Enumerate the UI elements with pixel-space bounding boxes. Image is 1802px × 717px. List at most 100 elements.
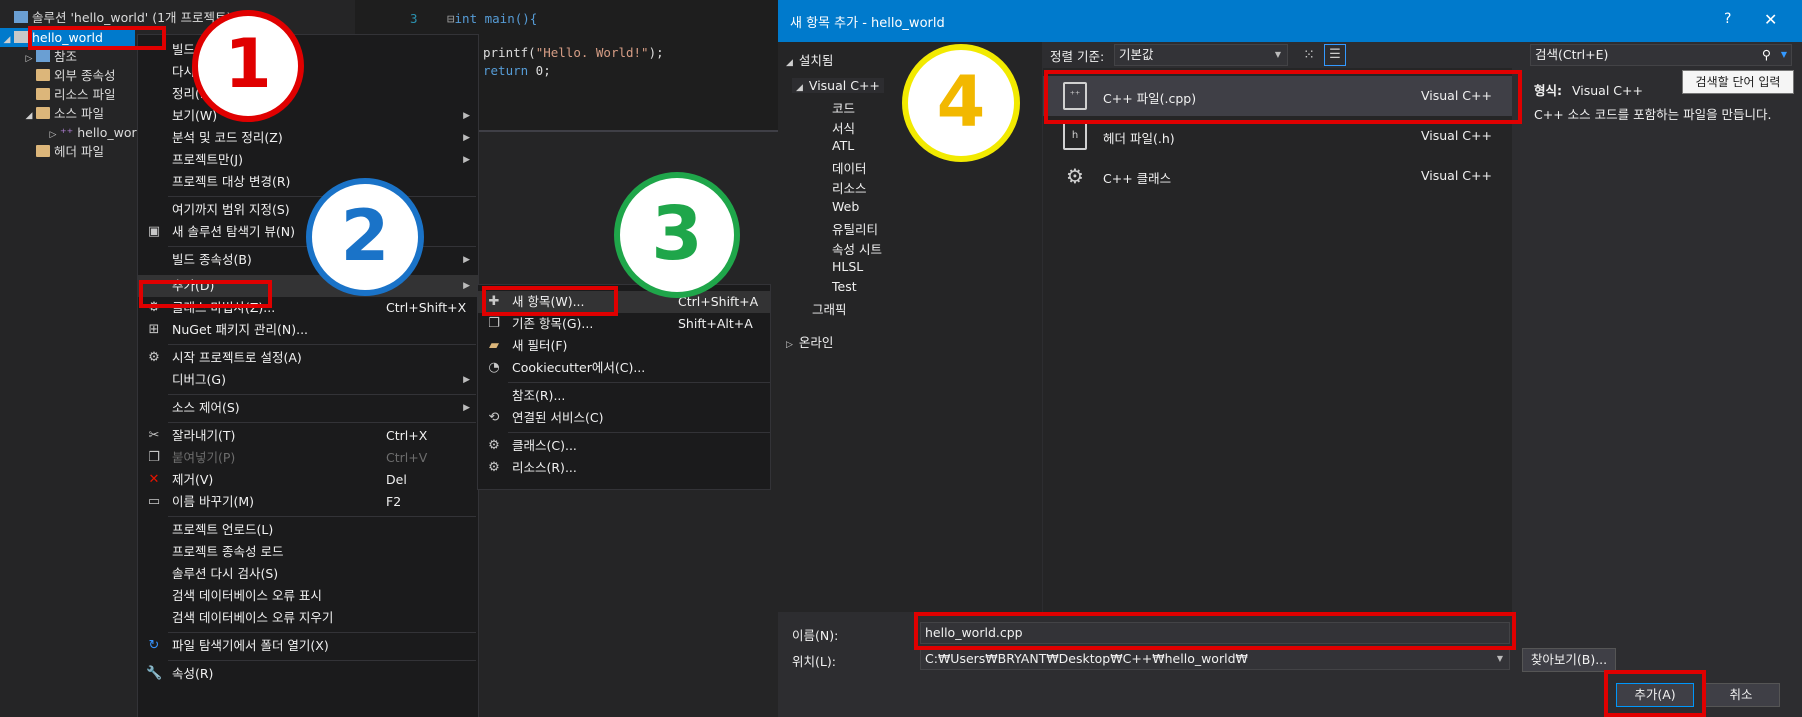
menu-item-cut[interactable]: ✂ 잘라내기(T) Ctrl+X <box>138 425 478 447</box>
menu-item-clear-db-errors[interactable]: 검색 데이터베이스 오류 지우기 <box>138 607 478 629</box>
add-new-item-dialog: 새 항목 추가 - hello_world ? ✕ ◢ 설치됨 ◢ Visual C… <box>778 0 1802 717</box>
refresh-arrow-icon: ↻ <box>148 638 160 653</box>
tree-category-atl[interactable]: ATL <box>832 138 854 153</box>
menu-item-show-db-errors[interactable]: 검색 데이터베이스 오류 표시 <box>138 585 478 607</box>
chevron-down-icon: ▼ <box>1274 50 1281 59</box>
submenu-arrow-icon: ▶ <box>463 255 470 265</box>
solution-icon <box>14 11 28 23</box>
menu-separator <box>168 422 476 423</box>
tree-category-code[interactable]: 코드 <box>832 98 855 117</box>
grid-view-icon[interactable]: ⁙ <box>1298 44 1320 66</box>
menu-item-build[interactable]: 빌드(U) <box>138 39 478 61</box>
expand-arrow-icon: ◢ <box>796 83 803 93</box>
menu-item-set-startup[interactable]: ⚙ 시작 프로젝트로 설정(A) <box>138 347 478 369</box>
submenu-item-reference[interactable]: 참조(R)... <box>478 385 770 407</box>
folder-icon: ▰ <box>489 338 499 353</box>
menu-item-rebuild[interactable]: 다시 빌드(E) <box>138 61 478 83</box>
expand-arrow-icon: ◢ <box>25 111 33 121</box>
menu-item-retarget[interactable]: 프로젝트 대상 변경(R) <box>138 171 478 193</box>
menu-item-properties[interactable]: 🔧 속성(R) <box>138 663 478 685</box>
menu-item-remove[interactable]: ✕ 제거(V) Del <box>138 469 478 491</box>
header-file-icon: h <box>1063 122 1087 150</box>
highlight-cpp-template <box>1044 70 1522 124</box>
template-list: ⁺⁺ C++ 파일(.cpp) Visual C++ h 헤더 파일(.h) V… <box>1043 68 1512 612</box>
tree-category-format[interactable]: 서식 <box>832 118 855 137</box>
step-badge-2: 2 <box>306 178 424 296</box>
solution-node[interactable]: 솔루션 'hello_world' (1개 프로젝트) <box>14 8 231 27</box>
menu-item-open-in-explorer[interactable]: ↻ 파일 탐색기에서 폴더 열기(X) <box>138 635 478 657</box>
gear-icon: ⚙ <box>148 350 160 365</box>
submenu-item-resource[interactable]: ⚙ 리소스(R)... <box>478 457 770 479</box>
submenu-item-cookiecutter[interactable]: ◔ Cookiecutter에서(C)... <box>478 357 770 379</box>
template-description: 형식: Visual C++ C++ 소스 코드를 포함하는 파일을 만듭니다. <box>1534 68 1802 612</box>
sort-dropdown[interactable]: 기본값 ▼ <box>1114 44 1288 66</box>
menu-separator <box>168 660 476 661</box>
menu-item-view[interactable]: 보기(W) ▶ <box>138 105 478 127</box>
location-label: 위치(L): <box>792 654 836 669</box>
tree-category-resource[interactable]: 리소스 <box>832 178 867 197</box>
submenu-item-existing-item[interactable]: ❐ 기존 항목(G)... Shift+Alt+A <box>478 313 770 335</box>
menu-item-nuget[interactable]: ⊞ NuGet 패키지 관리(N)... <box>138 319 478 341</box>
menu-item-unload[interactable]: 프로젝트 언로드(L) <box>138 519 478 541</box>
menu-item-paste: ❐ 붙여넣기(P) Ctrl+V <box>138 447 478 469</box>
cpp-file-icon: ⁺⁺ <box>60 125 74 140</box>
tree-item-source-files[interactable]: ◢ 소스 파일 <box>22 104 104 123</box>
existing-item-icon: ❐ <box>488 316 500 331</box>
tree-online[interactable]: ▷ 온라인 <box>786 332 833 351</box>
nuget-icon: ⊞ <box>148 322 160 337</box>
menu-item-rename[interactable]: ▭ 이름 바꾸기(M) F2 <box>138 491 478 513</box>
tree-item-header-files[interactable]: 헤더 파일 <box>36 142 104 161</box>
submenu-item-connected-service[interactable]: ⟲ 연결된 서비스(C) <box>478 407 770 429</box>
tree-category-utility[interactable]: 유틸리티 <box>832 219 878 238</box>
submenu-arrow-icon: ▶ <box>463 375 470 385</box>
scissors-icon: ✂ <box>148 428 160 443</box>
submenu-item-class[interactable]: ⚙ 클래스(C)... <box>478 435 770 457</box>
highlight-add-menu <box>139 280 272 308</box>
project-context-menu: 빌드(U) 다시 빌드(E) 정리(N) 보기(W)▶ 분석 및 코드 정리(Z… <box>137 34 479 717</box>
highlight-add-button <box>1604 670 1706 717</box>
collapse-arrow-icon: ▷ <box>786 340 793 350</box>
list-view-icon[interactable]: ☰ <box>1324 44 1346 66</box>
submenu-arrow-icon: ▶ <box>463 281 470 291</box>
menu-separator <box>508 382 770 383</box>
menu-item-rescan[interactable]: 솔루션 다시 검사(S) <box>138 563 478 585</box>
menu-item-source-control[interactable]: 소스 제어(S) ▶ <box>138 397 478 419</box>
cookiecutter-icon: ◔ <box>488 360 500 375</box>
browse-button[interactable]: 찾아보기(B)... <box>1522 648 1616 672</box>
submenu-item-new-filter[interactable]: ▰ 새 필터(F) <box>478 335 770 357</box>
folder-icon <box>36 107 50 119</box>
tree-visual-cpp[interactable]: ◢ Visual C++ <box>792 78 884 93</box>
type-value: Visual C++ <box>1571 83 1643 98</box>
tree-item-external-deps[interactable]: 외부 종속성 <box>36 66 115 85</box>
tree-category-test[interactable]: Test <box>832 279 857 294</box>
menu-item-debug[interactable]: 디버그(G) ▶ <box>138 369 478 391</box>
tree-item-resource-files[interactable]: 리소스 파일 <box>36 85 115 104</box>
expand-arrow-icon: ◢ <box>786 58 793 68</box>
menu-item-project-only[interactable]: 프로젝트만(J) ▶ <box>138 149 478 171</box>
folder-icon <box>36 69 50 81</box>
location-input[interactable]: C:₩Users₩BRYANT₩Desktop₩C++₩hello_world₩… <box>920 648 1510 670</box>
tree-category-web[interactable]: Web <box>832 199 859 214</box>
menu-item-clean[interactable]: 정리(N) <box>138 83 478 105</box>
tree-installed[interactable]: ◢ 설치됨 <box>786 50 833 69</box>
tree-category-data[interactable]: 데이터 <box>832 158 867 177</box>
close-button[interactable]: ✕ <box>1764 10 1777 29</box>
menu-item-load-deps[interactable]: 프로젝트 종속성 로드 <box>138 541 478 563</box>
class-icon: ⚙ <box>488 438 500 453</box>
code-line-printf: printf("Hello. World!"); <box>483 45 664 60</box>
paste-icon: ❐ <box>148 450 160 465</box>
highlight-new-item <box>482 286 618 316</box>
cancel-button[interactable]: 취소 <box>1702 683 1780 707</box>
menu-separator <box>168 394 476 395</box>
search-input[interactable]: 검색(Ctrl+E) ⚲ ▼ <box>1530 44 1792 66</box>
tree-category-property-sheet[interactable]: 속성 시트 <box>832 239 882 258</box>
menu-item-analyze[interactable]: 분석 및 코드 정리(Z) ▶ <box>138 127 478 149</box>
tree-category-hlsl[interactable]: HLSL <box>832 259 863 274</box>
help-button[interactable]: ? <box>1724 11 1731 27</box>
tree-graphics[interactable]: 그래픽 <box>812 299 847 318</box>
submenu-arrow-icon: ▶ <box>463 133 470 143</box>
code-line-return: return 0; <box>483 63 551 78</box>
submenu-arrow-icon: ▶ <box>463 155 470 165</box>
menu-separator <box>508 432 770 433</box>
template-cpp-class[interactable]: ⚙ C++ 클래스 Visual C++ <box>1043 156 1512 196</box>
